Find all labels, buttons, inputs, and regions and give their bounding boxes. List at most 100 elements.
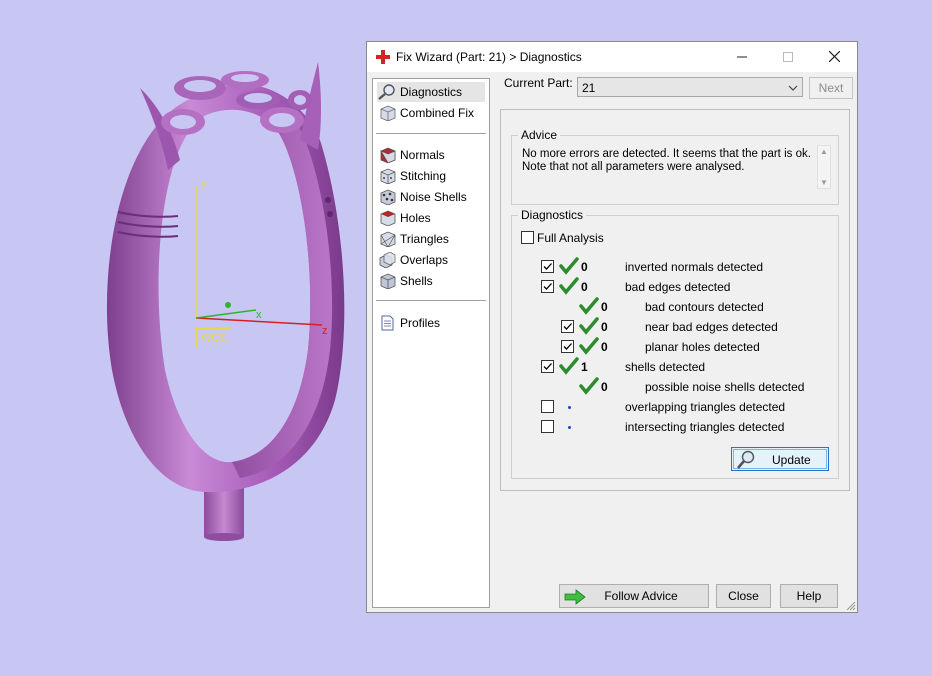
- nav-item-normals[interactable]: Normals: [377, 145, 485, 165]
- nav-item-shells[interactable]: Shells: [377, 271, 485, 291]
- nav-item-label: Holes: [400, 211, 431, 225]
- nav-item-label: Profiles: [400, 316, 441, 330]
- chevron-down-icon: [788, 85, 798, 91]
- checkmark-icon: [543, 263, 552, 270]
- nav-item-overlaps[interactable]: Overlaps: [377, 250, 485, 270]
- checkmark-icon: [543, 283, 552, 290]
- shells-checkbox[interactable]: [541, 360, 554, 373]
- near-bad-edges-count: 0: [601, 320, 608, 334]
- nav-item-profiles[interactable]: Profiles: [377, 313, 485, 333]
- update-button[interactable]: Update: [731, 447, 829, 471]
- axis-y-label: y: [201, 178, 207, 190]
- diagnostics-group: Diagnostics Full Analysis 0 inverted nor…: [511, 208, 839, 479]
- cube-icon: [380, 105, 396, 121]
- intersecting-triangles-checkbox[interactable]: [541, 420, 554, 433]
- dialog-title: Fix Wizard (Part: 21) > Diagnostics: [396, 50, 582, 64]
- planar-holes-checkbox[interactable]: [561, 340, 574, 353]
- follow-advice-label: Follow Advice: [604, 589, 678, 603]
- nav-item-holes[interactable]: Holes: [377, 208, 485, 228]
- current-part-value: 21: [582, 81, 596, 95]
- nav-item-diagnostics[interactable]: Diagnostics: [377, 82, 485, 102]
- fix-wizard-dialog: Fix Wizard (Part: 21) > Diagnostics Diag…: [366, 41, 858, 613]
- green-check-icon: [579, 377, 599, 395]
- nav-item-label: Stitching: [400, 169, 447, 183]
- magnifier-icon: [737, 450, 755, 469]
- planar-holes-label: planar holes detected: [645, 340, 760, 354]
- diagnostics-title: Diagnostics: [518, 208, 587, 222]
- green-check-icon: [579, 337, 599, 355]
- overlaps-icon: [379, 252, 396, 268]
- noise-shells-count: 0: [601, 380, 608, 394]
- help-button[interactable]: Help: [780, 584, 838, 608]
- near-bad-edges-label: near bad edges detected: [645, 320, 778, 334]
- axis-z-label: z: [322, 325, 328, 337]
- close-button[interactable]: Close: [716, 584, 771, 608]
- scroll-up-icon[interactable]: ▲: [820, 147, 828, 156]
- noise-shells-icon: [380, 189, 396, 205]
- shells-icon: [380, 273, 396, 289]
- pending-dot-icon: [568, 406, 571, 409]
- bad-edges-count: 0: [581, 280, 588, 294]
- inverted-normals-checkbox[interactable]: [541, 260, 554, 273]
- minimize-button[interactable]: [719, 42, 765, 72]
- wcs-label: WCS: [196, 328, 232, 348]
- near-bad-edges-checkbox[interactable]: [561, 320, 574, 333]
- green-check-icon: [559, 277, 579, 295]
- triangles-icon: [380, 231, 396, 247]
- red-cross-icon: [376, 50, 390, 64]
- update-label: Update: [772, 453, 811, 467]
- bad-contours-label: bad contours detected: [645, 300, 764, 314]
- intersecting-triangles-label: intersecting triangles detected: [625, 420, 785, 434]
- maximize-icon: [783, 52, 793, 62]
- pending-dot-icon: [568, 426, 571, 429]
- holes-cube-icon: [380, 210, 396, 226]
- next-button[interactable]: Next: [809, 77, 853, 99]
- nav-item-label: Diagnostics: [400, 85, 463, 99]
- nav-item-label: Triangles: [400, 232, 449, 246]
- green-check-icon: [579, 317, 599, 335]
- current-part-label: Current Part:: [504, 76, 573, 90]
- wizard-nav: Diagnostics Combined Fix Normals Stitchi…: [372, 78, 490, 608]
- advice-title: Advice: [518, 128, 561, 142]
- noise-shells-label: possible noise shells detected: [645, 380, 805, 394]
- nav-item-noise-shells[interactable]: Noise Shells: [377, 187, 485, 207]
- inverted-normals-count: 0: [581, 260, 588, 274]
- nav-item-label: Normals: [400, 148, 445, 162]
- green-check-icon: [559, 357, 579, 375]
- minimize-icon: [737, 56, 747, 58]
- overlapping-triangles-checkbox[interactable]: [541, 400, 554, 413]
- nav-item-triangles[interactable]: Triangles: [377, 229, 485, 249]
- follow-advice-button[interactable]: Follow Advice: [559, 584, 709, 608]
- title-bar[interactable]: Fix Wizard (Part: 21) > Diagnostics: [367, 42, 857, 72]
- green-check-icon: [579, 297, 599, 315]
- nav-item-stitching[interactable]: Stitching: [377, 166, 485, 186]
- advice-text: No more errors are detected. It seems th…: [522, 148, 811, 173]
- document-icon: [381, 315, 394, 331]
- nav-divider: [376, 300, 486, 301]
- shells-count: 1: [581, 360, 588, 374]
- nav-item-label: Shells: [400, 274, 433, 288]
- maximize-button[interactable]: [765, 42, 811, 72]
- checkmark-icon: [563, 323, 572, 330]
- resize-grip-icon[interactable]: [846, 601, 856, 611]
- full-analysis-checkbox[interactable]: [521, 231, 534, 244]
- nav-item-label: Overlaps: [400, 253, 449, 267]
- nav-item-label: Noise Shells: [400, 190, 467, 204]
- bad-contours-count: 0: [601, 300, 608, 314]
- close-window-button[interactable]: [811, 42, 857, 72]
- nav-item-label: Combined Fix: [400, 106, 475, 120]
- nav-item-combined-fix[interactable]: Combined Fix: [377, 103, 485, 123]
- magnifier-icon: [378, 84, 395, 100]
- overlapping-triangles-label: overlapping triangles detected: [625, 400, 786, 414]
- advice-scrollbar[interactable]: ▲ ▼: [817, 145, 831, 189]
- bad-edges-checkbox[interactable]: [541, 280, 554, 293]
- scroll-down-icon[interactable]: ▼: [820, 178, 828, 187]
- bad-edges-label: bad edges detected: [625, 280, 731, 294]
- checkmark-icon: [563, 343, 572, 350]
- current-part-select[interactable]: 21: [577, 77, 803, 97]
- inverted-normals-label: inverted normals detected: [625, 260, 764, 274]
- diagnostics-panel: Advice No more errors are detected. It s…: [500, 109, 850, 491]
- green-check-icon: [559, 257, 579, 275]
- stitching-cube-icon: [380, 168, 396, 184]
- axis-x-label: x: [256, 309, 262, 321]
